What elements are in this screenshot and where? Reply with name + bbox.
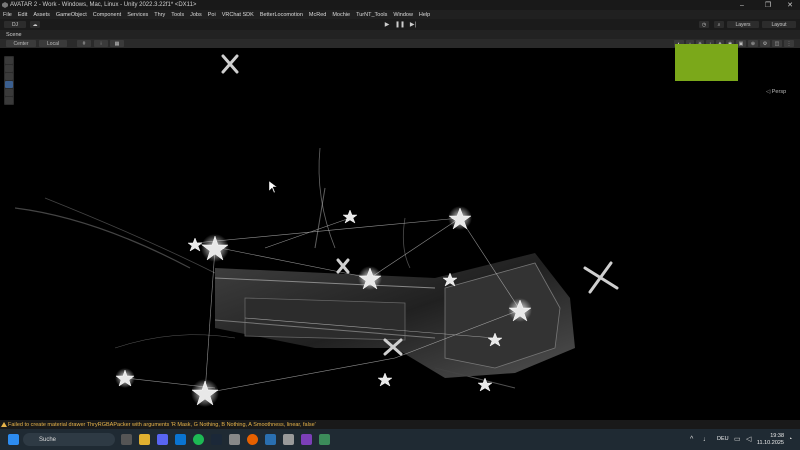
pause-icon[interactable]: ❚❚ — [395, 21, 405, 28]
pivot-label: Center — [13, 40, 29, 47]
windows-start-icon[interactable] — [8, 434, 19, 445]
tab-scene-label: Scene — [6, 32, 22, 38]
menu-services[interactable]: Services — [124, 12, 151, 18]
maximize-icon[interactable]: ❐ — [756, 0, 780, 10]
menu-jobs[interactable]: Jobs — [187, 12, 205, 18]
language-indicator[interactable]: DEU — [717, 436, 729, 442]
play-icon[interactable]: ▶ — [382, 21, 392, 28]
firefox-icon[interactable] — [247, 434, 258, 445]
menu-vrchat-sdk[interactable]: VRChat SDK — [219, 12, 257, 18]
scene-tab-bar: Scene — [0, 30, 800, 39]
steam-icon[interactable] — [211, 434, 222, 445]
overlay-icon[interactable]: ◫ — [772, 40, 782, 47]
menu-edit[interactable]: Edit — [15, 12, 30, 18]
account-dropdown[interactable]: DJ — [4, 21, 26, 28]
history-icon[interactable]: ◷ — [699, 21, 709, 28]
scene-render — [15, 54, 619, 407]
projection-label[interactable]: ◁ Persp — [766, 89, 786, 95]
rotate-tool-icon[interactable] — [5, 73, 13, 80]
discord-icon[interactable] — [157, 434, 168, 445]
status-message[interactable]: Failed to create material drawer ThryRGB… — [8, 422, 316, 428]
clock-date: 11.10.2025 — [756, 440, 784, 446]
increment-snap-icon[interactable]: ⁝ — [94, 40, 108, 47]
grid-snap-icon[interactable]: # — [77, 40, 91, 47]
title-bar: AVATAR 2 - Work - Windows, Mac, Linux - … — [0, 0, 800, 10]
menu-gameobject[interactable]: GameObject — [53, 12, 90, 18]
gizmos-icon[interactable]: ⊕ — [748, 40, 758, 47]
warning-icon — [1, 422, 7, 427]
windows-taskbar: Suche ^ ♩ DEU ▭ ◁ 19:38 11.10.2025 ◔ — [0, 429, 800, 450]
menu-file[interactable]: File — [0, 12, 15, 18]
tray-chevron-icon[interactable]: ^ — [690, 436, 693, 443]
close-icon[interactable]: ✕ — [778, 0, 800, 10]
unity-logo-icon — [2, 2, 8, 8]
layout-dropdown[interactable]: Layout — [762, 21, 796, 28]
network-icon[interactable]: ▭ — [734, 435, 741, 443]
microphone-icon[interactable]: ♩ — [703, 436, 710, 443]
clock-time: 19:38 — [770, 433, 784, 439]
layers-dropdown[interactable]: Layers — [727, 21, 759, 28]
account-label: DJ — [11, 21, 19, 28]
volume-icon[interactable]: ◁ — [746, 435, 751, 443]
menu-betterlocomotion[interactable]: BetterLocomotion — [257, 12, 306, 18]
pivot-dropdown[interactable]: Center — [6, 40, 36, 47]
main-toolbar: DJ ☁ ▶ ❚❚ ▶| ◷ ⌕ Layers Layout — [0, 19, 800, 30]
tab-scene[interactable]: Scene — [2, 31, 26, 39]
clock[interactable]: 19:38 11.10.2025 — [757, 433, 784, 447]
menu-window[interactable]: Window — [390, 12, 416, 18]
cloud-icon[interactable]: ☁ — [30, 21, 40, 28]
move-tool-icon[interactable] — [5, 65, 13, 72]
search-icon[interactable]: ⌕ — [714, 21, 724, 28]
layout-label: Layout — [771, 21, 787, 28]
minimize-icon[interactable]: – — [730, 0, 754, 10]
menu-poi[interactable]: Poi — [205, 12, 219, 18]
step-icon[interactable]: ▶| — [408, 21, 418, 28]
scale-tool-icon[interactable] — [5, 81, 13, 88]
grid-visibility-icon[interactable]: ▦ — [110, 40, 124, 47]
hand-tool-icon[interactable] — [5, 57, 13, 64]
tool-palette — [4, 56, 14, 105]
file-explorer-icon[interactable] — [139, 434, 150, 445]
menu-turnt-tools[interactable]: TurNT_Tools — [353, 12, 390, 18]
menu-component[interactable]: Component — [90, 12, 124, 18]
app-icon[interactable] — [265, 434, 276, 445]
menu-help[interactable]: Help — [416, 12, 433, 18]
more-icon[interactable]: ⋮ — [784, 40, 794, 47]
task-view-icon[interactable] — [121, 434, 132, 445]
settings-icon[interactable]: ⚙ — [760, 40, 770, 47]
menu-mochie[interactable]: Mochie — [329, 12, 353, 18]
search-placeholder: Suche — [39, 436, 57, 443]
unity-hub-icon[interactable] — [229, 434, 240, 445]
rect-tool-icon[interactable] — [5, 89, 13, 96]
menu-thry[interactable]: Thry — [151, 12, 168, 18]
store-icon[interactable] — [175, 434, 186, 445]
space-dropdown[interactable]: Local — [39, 40, 67, 47]
menu-tools[interactable]: Tools — [168, 12, 187, 18]
app2-icon[interactable] — [319, 434, 330, 445]
layers-label: Layers — [735, 21, 751, 28]
visual-studio-icon[interactable] — [301, 434, 312, 445]
projection-text: Persp — [771, 89, 787, 95]
menu-bar: File Edit Assets GameObject Component Se… — [0, 10, 800, 19]
scene-viewport[interactable] — [15, 48, 800, 420]
space-label: Local — [47, 40, 59, 47]
notification-icon[interactable]: ◔ — [788, 436, 792, 443]
menu-mcred[interactable]: McRed — [306, 12, 329, 18]
status-bar: Failed to create material drawer ThryRGB… — [0, 420, 800, 429]
window-title: AVATAR 2 - Work - Windows, Mac, Linux - … — [10, 2, 197, 8]
unity-icon[interactable] — [283, 434, 294, 445]
taskbar-search[interactable]: Suche — [23, 433, 115, 446]
scene-gizmo-panel[interactable] — [675, 44, 738, 81]
transform-tool-icon[interactable] — [5, 97, 13, 104]
spotify-icon[interactable] — [193, 434, 204, 445]
menu-assets[interactable]: Assets — [30, 12, 53, 18]
